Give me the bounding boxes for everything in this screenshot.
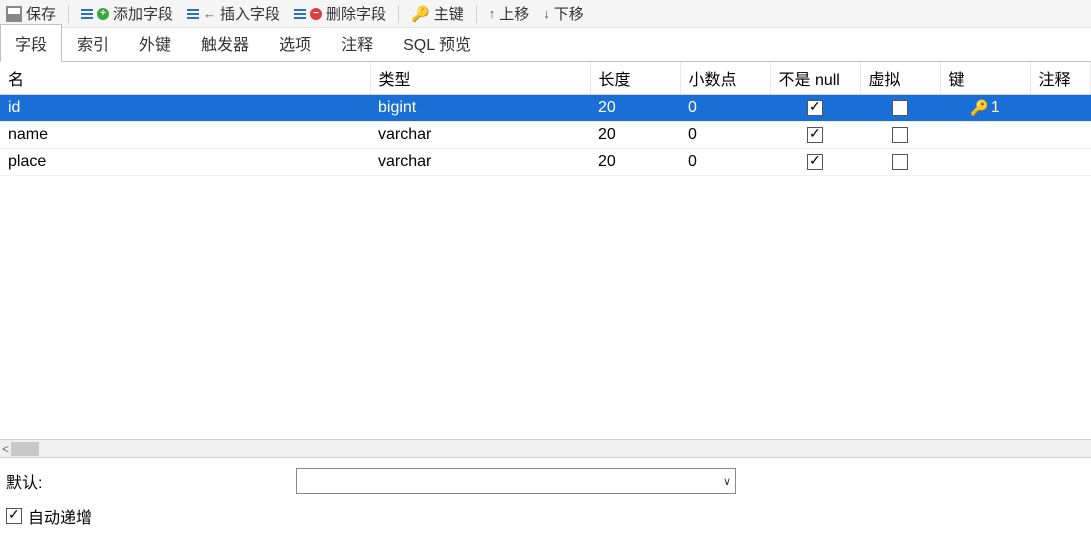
virtual-checkbox[interactable] <box>892 154 908 170</box>
cell-virtual[interactable] <box>860 122 940 149</box>
separator <box>68 5 69 23</box>
col-notnull-header[interactable]: 不是 null <box>770 62 860 95</box>
cell-key[interactable] <box>940 122 1030 149</box>
tab-foreign-keys[interactable]: 外键 <box>124 24 186 61</box>
save-label: 保存 <box>26 3 56 24</box>
default-value-combo[interactable]: ∨ <box>296 468 736 494</box>
cell-length[interactable]: 20 <box>590 149 680 176</box>
scroll-left-arrow[interactable]: < <box>2 442 9 456</box>
cell-notnull[interactable] <box>770 122 860 149</box>
table-row[interactable]: placevarchar200 <box>0 149 1091 176</box>
primary-key-label: 主键 <box>434 3 464 24</box>
save-button[interactable]: 保存 <box>0 1 62 26</box>
cell-type[interactable]: varchar <box>370 122 590 149</box>
notnull-checkbox[interactable] <box>807 100 823 116</box>
tab-bar: 字段 索引 外键 触发器 选项 注释 SQL 预览 <box>0 28 1091 62</box>
col-length-header[interactable]: 长度 <box>590 62 680 95</box>
notnull-checkbox[interactable] <box>807 127 823 143</box>
insert-field-label: 插入字段 <box>220 3 280 24</box>
cell-key[interactable] <box>940 149 1030 176</box>
cell-decimals[interactable]: 0 <box>680 122 770 149</box>
auto-increment-row: 自动递增 <box>6 504 1085 528</box>
virtual-checkbox[interactable] <box>892 127 908 143</box>
chevron-down-icon: ∨ <box>723 475 731 488</box>
col-type-header[interactable]: 类型 <box>370 62 590 95</box>
move-up-button[interactable]: ↑ 上移 <box>483 1 536 26</box>
add-field-label: 添加字段 <box>113 3 173 24</box>
cell-name[interactable]: name <box>0 122 370 149</box>
tab-triggers[interactable]: 触发器 <box>186 24 264 61</box>
cell-name[interactable]: place <box>0 149 370 176</box>
cell-length[interactable]: 20 <box>590 95 680 122</box>
key-number: 1 <box>991 99 1000 117</box>
save-icon <box>6 6 22 22</box>
default-value-row: 默认: ∨ <box>6 468 1085 494</box>
tab-comments[interactable]: 注释 <box>326 24 388 61</box>
add-field-button[interactable]: + 添加字段 <box>75 1 179 26</box>
cell-key[interactable]: 🔑1 <box>940 95 1030 122</box>
cell-virtual[interactable] <box>860 149 940 176</box>
key-icon: 🔑 <box>970 99 989 117</box>
separator <box>398 5 399 23</box>
plus-icon: + <box>97 8 109 20</box>
auto-increment-label: 自动递增 <box>28 504 92 528</box>
minus-icon: − <box>310 8 322 20</box>
tab-indexes[interactable]: 索引 <box>62 24 124 61</box>
table-row[interactable]: idbigint200 🔑1 <box>0 95 1091 122</box>
cell-notnull[interactable] <box>770 95 860 122</box>
tab-fields[interactable]: 字段 <box>0 24 62 62</box>
tab-options[interactable]: 选项 <box>264 24 326 61</box>
fields-table: 名 类型 长度 小数点 不是 null 虚拟 键 注释 idbigint200 🔑… <box>0 62 1091 176</box>
move-down-button[interactable]: ↓ 下移 <box>537 1 590 26</box>
cell-name[interactable]: id <box>0 95 370 122</box>
cell-comment[interactable] <box>1030 95 1091 122</box>
arrow-down-icon: ↓ <box>543 6 550 21</box>
col-name-header[interactable]: 名 <box>0 62 370 95</box>
separator <box>476 5 477 23</box>
key-icon: 🔑 <box>411 5 430 23</box>
col-key-header[interactable]: 键 <box>940 62 1030 95</box>
scroll-thumb[interactable] <box>11 442 39 456</box>
insert-field-button[interactable]: ← 插入字段 <box>181 1 286 26</box>
col-decimals-header[interactable]: 小数点 <box>680 62 770 95</box>
col-virtual-header[interactable]: 虚拟 <box>860 62 940 95</box>
move-up-label: 上移 <box>499 3 529 24</box>
col-comment-header[interactable]: 注释 <box>1030 62 1091 95</box>
field-properties-panel: 默认: ∨ 自动递增 <box>0 457 1091 538</box>
arrow-up-icon: ↑ <box>489 6 496 21</box>
table-row[interactable]: namevarchar200 <box>0 122 1091 149</box>
cell-length[interactable]: 20 <box>590 122 680 149</box>
cell-type[interactable]: bigint <box>370 95 590 122</box>
notnull-checkbox[interactable] <box>807 154 823 170</box>
insert-icon: ← <box>203 6 216 21</box>
cell-decimals[interactable]: 0 <box>680 95 770 122</box>
delete-field-button[interactable]: − 删除字段 <box>288 1 392 26</box>
tab-sql-preview[interactable]: SQL 预览 <box>388 24 486 61</box>
cell-virtual[interactable] <box>860 95 940 122</box>
delete-field-label: 删除字段 <box>326 3 386 24</box>
cell-notnull[interactable] <box>770 149 860 176</box>
cell-type[interactable]: varchar <box>370 149 590 176</box>
primary-key-button[interactable]: 🔑 主键 <box>405 1 470 26</box>
cell-decimals[interactable]: 0 <box>680 149 770 176</box>
virtual-checkbox[interactable] <box>892 100 908 116</box>
default-label: 默认: <box>6 469 66 493</box>
cell-comment[interactable] <box>1030 122 1091 149</box>
move-down-label: 下移 <box>554 3 584 24</box>
auto-increment-checkbox[interactable] <box>6 508 22 524</box>
table-header-row: 名 类型 长度 小数点 不是 null 虚拟 键 注释 <box>0 62 1091 95</box>
cell-comment[interactable] <box>1030 149 1091 176</box>
fields-table-wrap: 名 类型 长度 小数点 不是 null 虚拟 键 注释 idbigint200 🔑… <box>0 62 1091 439</box>
horizontal-scrollbar[interactable]: < <box>0 439 1091 457</box>
